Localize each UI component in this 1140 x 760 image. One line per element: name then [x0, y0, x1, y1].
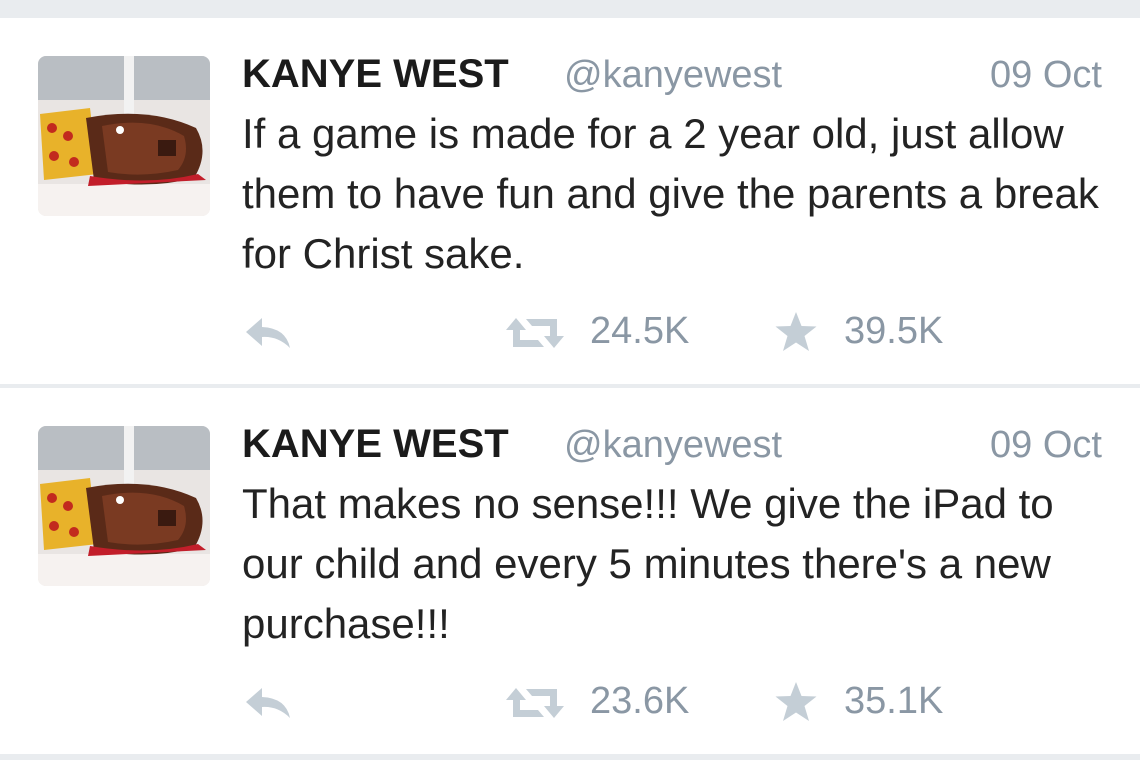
- avatar[interactable]: [38, 426, 210, 586]
- reply-icon[interactable]: [244, 316, 292, 350]
- author-handle[interactable]: @kanyewest: [564, 54, 782, 97]
- tweet-text: That makes no sense!!! We give the iPad …: [242, 480, 1054, 647]
- author-name[interactable]: KANYE WEST: [242, 422, 509, 467]
- tweet-header: KANYE WEST @kanyewest 09 Oct: [242, 418, 1102, 472]
- tweet-date[interactable]: 09 Oct: [990, 54, 1102, 97]
- avatar-image: [38, 56, 210, 216]
- retweet-icon[interactable]: [504, 686, 566, 720]
- avatar[interactable]: [38, 56, 210, 216]
- tweet-header: KANYE WEST @kanyewest 09 Oct: [242, 48, 1102, 102]
- tweet-card[interactable]: KANYE WEST @kanyewest 09 Oct That makes …: [0, 388, 1140, 754]
- retweet-icon[interactable]: [504, 316, 566, 350]
- tweet-actions: 23.6K 35.1K: [242, 678, 1102, 728]
- tweet-date[interactable]: 09 Oct: [990, 424, 1102, 467]
- retweet-count[interactable]: 23.6K: [590, 680, 689, 723]
- reply-icon[interactable]: [244, 686, 292, 720]
- tweet-text: If a game is made for a 2 year old, just…: [242, 110, 1099, 277]
- favorite-count[interactable]: 39.5K: [844, 310, 943, 353]
- tweet-card[interactable]: KANYE WEST @kanyewest 09 Oct If a game i…: [0, 18, 1140, 384]
- author-handle[interactable]: @kanyewest: [564, 424, 782, 467]
- tweet-actions: 24.5K 39.5K: [242, 308, 1102, 358]
- author-name[interactable]: KANYE WEST: [242, 52, 509, 97]
- star-icon[interactable]: [774, 681, 818, 723]
- star-icon[interactable]: [774, 311, 818, 353]
- avatar-image: [38, 426, 210, 586]
- retweet-count[interactable]: 24.5K: [590, 310, 689, 353]
- tweet-feed: KANYE WEST @kanyewest 09 Oct If a game i…: [0, 0, 1140, 760]
- favorite-count[interactable]: 35.1K: [844, 680, 943, 723]
